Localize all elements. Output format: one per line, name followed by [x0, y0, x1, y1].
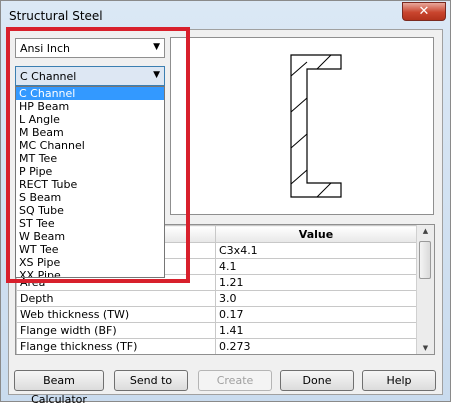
done-button[interactable]: Done [280, 370, 354, 391]
dropdown-item[interactable]: MC Channel [16, 139, 164, 152]
value-cell[interactable]: 4.1 [215, 258, 417, 275]
value-cell[interactable]: 1.41 [215, 322, 417, 339]
dropdown-item[interactable]: MT Tee [16, 152, 164, 165]
property-cell: Flange width (BF) [16, 322, 216, 339]
chevron-down-icon: ▼ [153, 42, 160, 52]
window-title: Structural Steel [9, 9, 103, 23]
create-button[interactable]: Create [198, 370, 272, 391]
chevron-down-icon: ▼ [153, 70, 160, 80]
title-bar[interactable]: Structural Steel ✕ [1, 1, 452, 31]
property-cell: Flange thickness (TF) [16, 338, 216, 354]
shape-combo[interactable]: C Channel ▼ [15, 66, 165, 86]
value-cell[interactable]: 0.273 [215, 338, 417, 354]
property-cell: Web thickness (TW) [16, 306, 216, 323]
dropdown-item[interactable]: SQ Tube [16, 204, 164, 217]
dropdown-item[interactable]: WT Tee [16, 243, 164, 256]
scroll-thumb[interactable] [419, 241, 431, 279]
close-icon: ✕ [418, 4, 430, 19]
dropdown-item[interactable]: XS Pipe [16, 256, 164, 269]
value-cell[interactable]: C3x4.1 [215, 242, 417, 259]
property-cell: Depth [16, 290, 216, 307]
dropdown-item[interactable]: L Angle [16, 113, 164, 126]
send-to-button[interactable]: Send to [114, 370, 188, 391]
grid-scrollbar[interactable]: ▲ ▼ [416, 225, 434, 354]
dropdown-item[interactable]: RECT Tube [16, 178, 164, 191]
close-button[interactable]: ✕ [402, 2, 446, 21]
value-column-header: Value [215, 225, 417, 243]
dropdown-item[interactable]: ST Tee [16, 217, 164, 230]
shape-combo-value: C Channel [20, 70, 77, 83]
standard-combo-value: Ansi Inch [20, 42, 71, 55]
dropdown-item[interactable]: HP Beam [16, 100, 164, 113]
shape-dropdown-list[interactable]: C Channel HP Beam L Angle M Beam MC Chan… [15, 86, 165, 278]
dropdown-item[interactable]: C Channel [16, 87, 164, 100]
table-row[interactable]: Depth 3.0 [16, 290, 417, 307]
value-cell[interactable]: 1.21 [215, 274, 417, 291]
c-channel-drawing [290, 54, 342, 198]
dropdown-item[interactable]: XX Pipe [16, 269, 164, 277]
help-button[interactable]: Help [362, 370, 436, 391]
dropdown-item[interactable]: W Beam [16, 230, 164, 243]
table-row[interactable]: Flange thickness (TF) 0.273 [16, 338, 417, 354]
value-cell[interactable]: 0.17 [215, 306, 417, 323]
dropdown-item[interactable]: M Beam [16, 126, 164, 139]
beam-calculator-button[interactable]: Beam Calculator [14, 370, 104, 406]
scroll-down-icon[interactable]: ▼ [417, 344, 434, 352]
table-row[interactable]: Web thickness (TW) 0.17 [16, 306, 417, 323]
value-cell[interactable]: 3.0 [215, 290, 417, 307]
dropdown-item[interactable]: P Pipe [16, 165, 164, 178]
table-row[interactable]: Flange width (BF) 1.41 [16, 322, 417, 339]
scroll-up-icon[interactable]: ▲ [417, 227, 434, 235]
shape-preview [170, 37, 434, 215]
standard-combo[interactable]: Ansi Inch ▼ [15, 38, 165, 58]
dropdown-item[interactable]: S Beam [16, 191, 164, 204]
